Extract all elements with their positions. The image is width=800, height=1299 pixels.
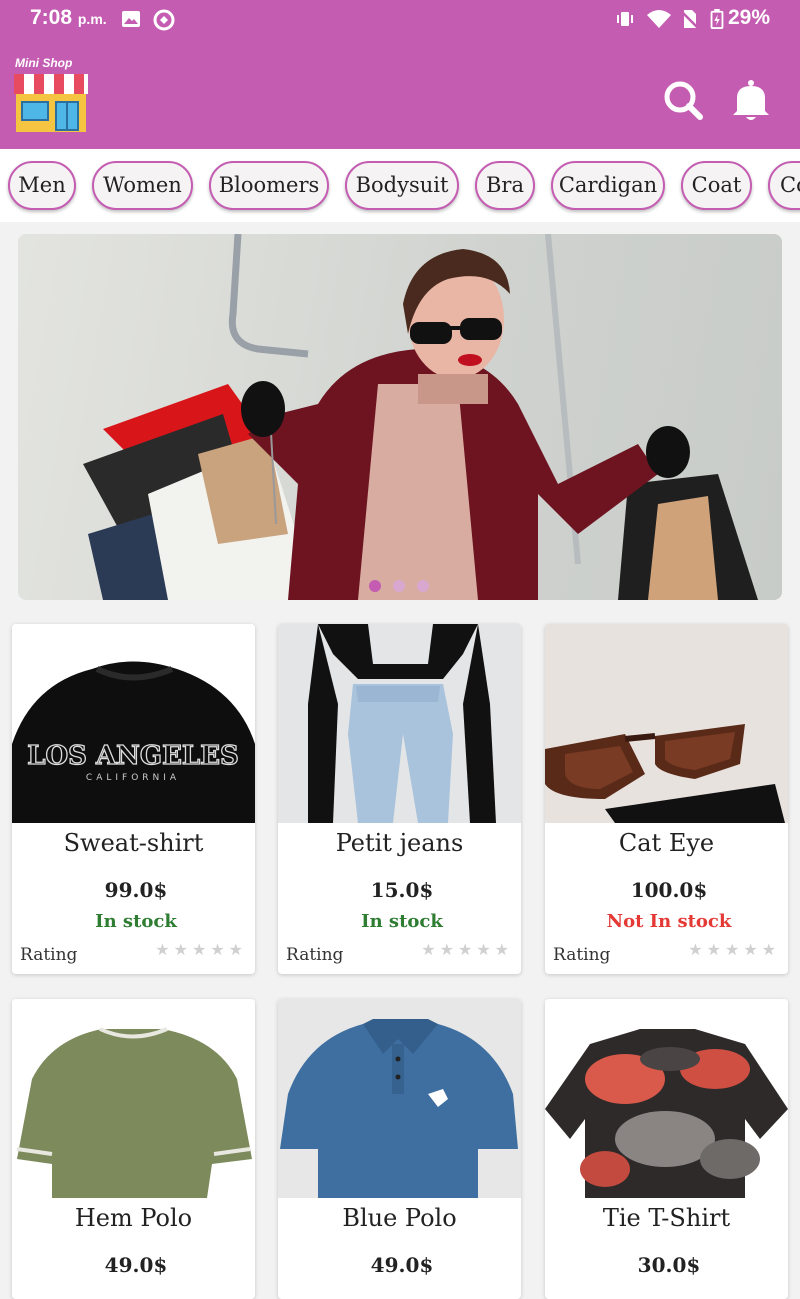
chip-women[interactable]: Women	[92, 161, 193, 210]
promo-banner[interactable]	[18, 234, 782, 600]
carousel-dot-1[interactable]	[369, 580, 381, 592]
tie-dye-tshirt-image	[545, 999, 788, 1198]
status-time: 7:08 p.m.	[30, 6, 107, 29]
blue-polo-image	[278, 999, 521, 1198]
no-sim-icon	[680, 10, 699, 29]
jeans-image	[278, 624, 521, 823]
product-price: 15.0$	[370, 878, 434, 902]
sync-notification-icon	[153, 9, 175, 31]
svg-text:CALIFORNIA: CALIFORNIA	[86, 773, 180, 783]
logo-text: Mini Shop	[15, 56, 73, 70]
mini-shop-logo: Mini Shop	[12, 56, 90, 134]
carousel-dot-3[interactable]	[417, 580, 429, 592]
chip-cardigan[interactable]: Cardigan	[551, 161, 665, 210]
wifi-icon	[647, 10, 671, 28]
shopping-woman-image	[83, 234, 758, 600]
rating-label: Rating	[553, 945, 611, 965]
sweatshirt-image: LOS ANGELES CALIFORNIA	[12, 624, 255, 823]
product-card-blue-polo[interactable]: Blue Polo 49.0$	[278, 999, 521, 1299]
category-chips: Men Women Bloomers Bodysuit Bra Cardigan…	[0, 149, 800, 222]
rating-stars[interactable]: ★★★★★	[155, 940, 247, 959]
chip-coat[interactable]: Coat	[681, 161, 752, 210]
vibrate-icon	[617, 12, 633, 26]
search-icon[interactable]	[661, 78, 705, 122]
chip-bodysuit[interactable]: Bodysuit	[345, 161, 459, 210]
product-name: Sweat-shirt	[63, 829, 204, 857]
rating-stars[interactable]: ★★★★★	[688, 940, 780, 959]
product-price: 30.0$	[637, 1253, 701, 1277]
rating-label: Rating	[20, 945, 78, 965]
svg-text:LOS ANGELES: LOS ANGELES	[27, 741, 239, 771]
rating-label: Rating	[286, 945, 344, 965]
status-bar: 7:08 p.m. 29%	[0, 0, 800, 38]
carousel-dot-2[interactable]	[393, 580, 405, 592]
stock-status: In stock	[95, 911, 177, 932]
product-name: Cat Eye	[618, 829, 715, 857]
notification-bell-icon[interactable]	[731, 78, 771, 122]
product-name: Hem Polo	[74, 1204, 193, 1232]
product-card-cat-eye[interactable]: Cat Eye 100.0$ Not In stock Rating ★★★★★	[545, 624, 788, 974]
stock-status: In stock	[361, 911, 443, 932]
chip-co[interactable]: Co	[768, 161, 800, 210]
sunglasses-image	[545, 624, 788, 823]
battery-percent: 29%	[727, 6, 770, 29]
product-card-hem-polo[interactable]: Hem Polo 49.0$	[12, 999, 255, 1299]
hem-polo-image	[12, 999, 255, 1198]
chip-men[interactable]: Men	[8, 161, 76, 210]
product-name: Blue Polo	[342, 1204, 457, 1232]
product-name: Tie T-Shirt	[602, 1204, 731, 1232]
product-price: 99.0$	[104, 878, 168, 902]
product-card-petit-jeans[interactable]: Petit jeans 15.0$ In stock Rating ★★★★★	[278, 624, 521, 974]
product-price: 49.0$	[370, 1253, 434, 1277]
product-price: 49.0$	[104, 1253, 168, 1277]
product-card-sweatshirt[interactable]: LOS ANGELES CALIFORNIA Sweat-shirt 99.0$…	[12, 624, 255, 974]
product-card-tie-tshirt[interactable]: Tie T-Shirt 30.0$	[545, 999, 788, 1299]
image-notification-icon	[122, 11, 140, 27]
stock-status: Not In stock	[606, 911, 732, 932]
battery-charging-icon	[710, 9, 724, 29]
chip-bra[interactable]: Bra	[475, 161, 535, 210]
product-name: Petit jeans	[335, 829, 464, 857]
app-bar: Mini Shop	[0, 38, 800, 149]
product-price: 100.0$	[630, 878, 708, 902]
chip-bloomers[interactable]: Bloomers	[209, 161, 329, 210]
rating-stars[interactable]: ★★★★★	[421, 940, 513, 959]
